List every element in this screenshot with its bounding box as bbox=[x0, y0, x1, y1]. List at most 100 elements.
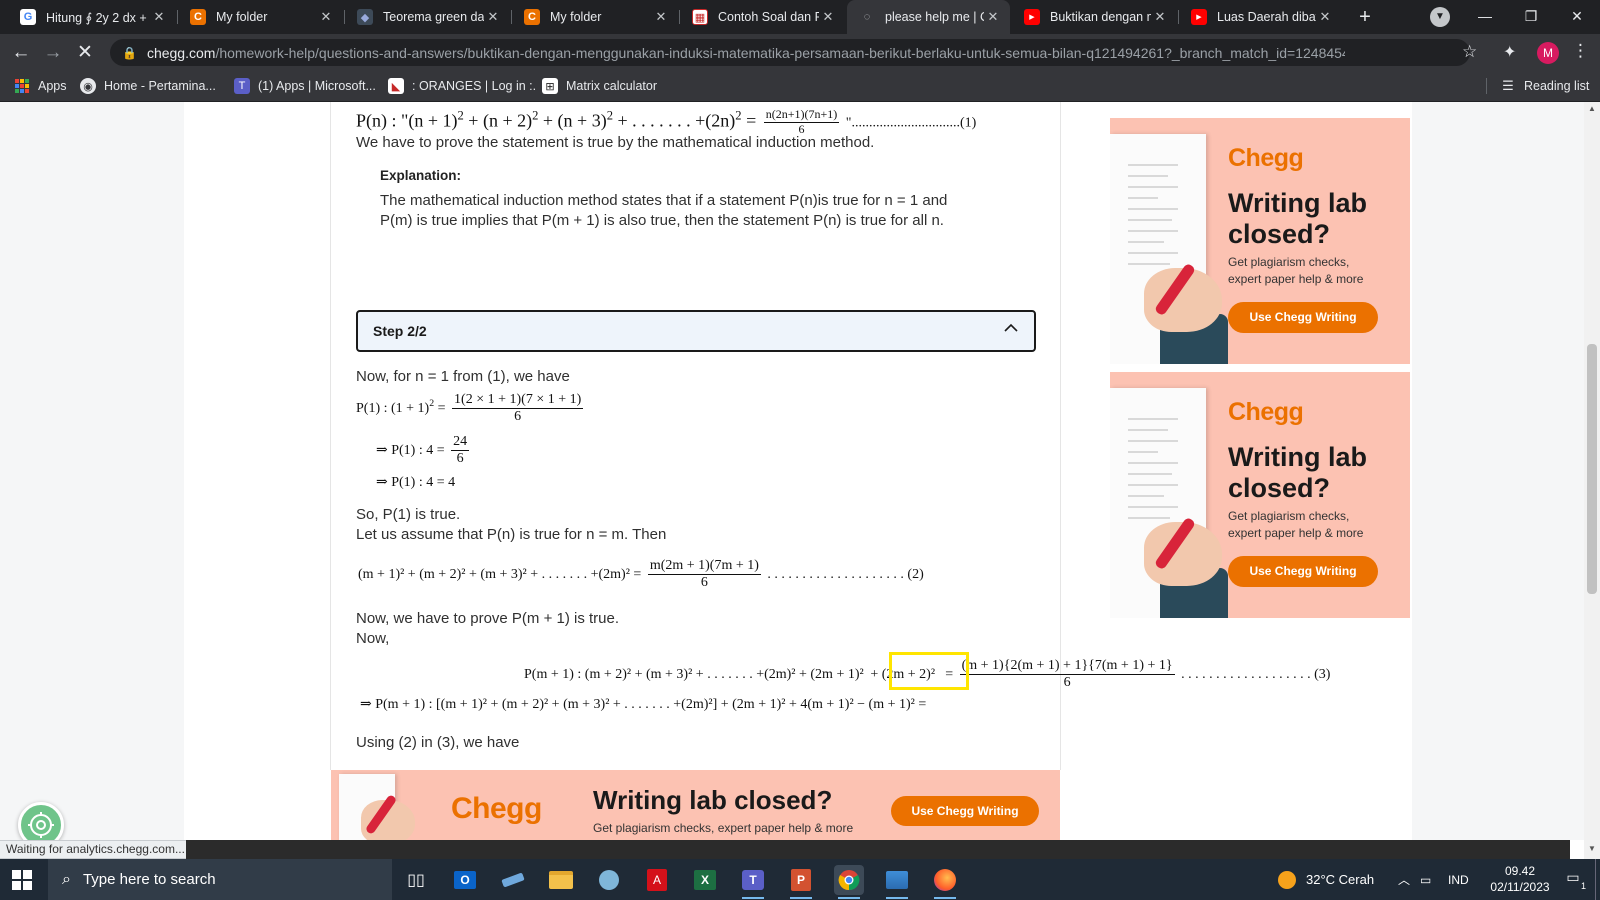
back-arrow-icon[interactable]: ← bbox=[8, 40, 34, 66]
close-window-icon[interactable]: ✕ bbox=[1554, 0, 1600, 34]
bookmark-microsoft-apps[interactable]: T (1) Apps | Microsoft... bbox=[234, 71, 376, 101]
bookmark-apps[interactable]: Apps bbox=[14, 71, 67, 101]
tab-my-folder-1[interactable]: C My folder ✕ bbox=[178, 0, 343, 34]
close-icon[interactable]: ✕ bbox=[150, 9, 168, 25]
stop-loading-icon[interactable]: ✕ bbox=[72, 40, 98, 66]
outlook-icon[interactable]: O bbox=[450, 865, 480, 895]
close-icon[interactable]: ✕ bbox=[652, 9, 670, 25]
close-icon[interactable]: ✕ bbox=[819, 9, 837, 25]
banner-subtext: Get plagiarism checks, expert paper help… bbox=[593, 821, 854, 835]
highlight-box bbox=[889, 652, 969, 690]
statement-equation-1: P(n) : "(n + 1)2 + (n + 2)2 + (n + 3)2 +… bbox=[356, 107, 977, 136]
use-chegg-writing-button[interactable]: Use Chegg Writing bbox=[1228, 302, 1378, 333]
close-icon[interactable]: ✕ bbox=[1316, 9, 1334, 25]
tab-hitung[interactable]: G Hitung ∮ 2y 2 dx + ✕ bbox=[8, 0, 176, 34]
youtube-icon: ▶ bbox=[1191, 9, 1207, 25]
banner-cta-button[interactable]: Use Chegg Writing bbox=[891, 796, 1039, 826]
battery-icon[interactable]: ▭ bbox=[1420, 859, 1431, 900]
equation-4: ⇒ P(m + 1) : [(m + 1)² + (m + 2)² + (m +… bbox=[360, 697, 927, 712]
photos-icon[interactable] bbox=[882, 865, 912, 899]
tray-chevron-icon[interactable]: ︿ bbox=[1398, 859, 1410, 900]
chevron-up-icon[interactable] bbox=[1004, 321, 1018, 335]
tab-contoh-soal[interactable]: ▦ Contoh Soal dan Pe ✕ bbox=[680, 0, 845, 34]
horizontal-scrollbar[interactable] bbox=[186, 840, 1570, 859]
ad-headline: Writing lab closed? bbox=[1228, 188, 1367, 250]
tab-strip: G Hitung ∮ 2y 2 dx + ✕ C My folder ✕ ◆ T… bbox=[0, 0, 1600, 34]
chegg-logo: Chegg bbox=[1228, 398, 1304, 426]
tab-luas-daerah[interactable]: ▶ Luas Daerah dibata ✕ bbox=[1179, 0, 1342, 34]
sun-icon bbox=[1278, 870, 1296, 889]
acrobat-icon[interactable]: A bbox=[642, 865, 672, 895]
close-icon[interactable]: ✕ bbox=[317, 9, 335, 25]
prove-next-text: Now, we have to prove P(m + 1) is true. bbox=[356, 610, 620, 627]
show-desktop-button[interactable] bbox=[1595, 859, 1596, 900]
use-chegg-writing-button[interactable]: Use Chegg Writing bbox=[1228, 556, 1378, 587]
step-2-header[interactable]: Step 2/2 bbox=[356, 310, 1036, 352]
close-icon[interactable]: ✕ bbox=[484, 9, 502, 25]
tab-buktikan[interactable]: ▶ Buktikan dengan m ✕ bbox=[1012, 0, 1177, 34]
equation-2: (m + 1)² + (m + 2)² + (m + 3)² + . . . .… bbox=[358, 558, 924, 591]
bookmark-divider bbox=[1486, 78, 1487, 94]
language-indicator[interactable]: IND bbox=[1448, 859, 1469, 900]
tab-teorema-green[interactable]: ◆ Teorema green dala ✕ bbox=[345, 0, 510, 34]
p1-equation: P(1) : (1 + 1)2 = 1(2 × 1 + 1)(7 × 1 + 1… bbox=[356, 392, 584, 425]
explanation-heading: Explanation: bbox=[380, 168, 462, 183]
notification-icon[interactable]: ▭ 1 bbox=[1562, 869, 1586, 891]
minimize-icon[interactable]: — bbox=[1462, 0, 1508, 34]
kebab-menu-icon[interactable]: ⋮ bbox=[1572, 41, 1589, 61]
taskbar-clock[interactable]: 09.42 02/11/2023 bbox=[1480, 863, 1560, 895]
puzzle-extensions-icon[interactable]: ✦ bbox=[1503, 42, 1516, 62]
teams-icon: T bbox=[234, 78, 250, 94]
scroll-up-arrow-icon[interactable]: ▲ bbox=[1588, 104, 1596, 113]
chegg-writing-ad-1[interactable]: Chegg Writing lab closed? Get plagiarism… bbox=[1110, 118, 1410, 364]
so-p1-true: So, P(1) is true. bbox=[356, 506, 461, 523]
url-domain: chegg.com bbox=[146, 44, 216, 61]
reading-list-button[interactable]: ☰ Reading list bbox=[1500, 71, 1589, 101]
chrome-icon[interactable] bbox=[834, 865, 864, 899]
now-n1-text: Now, for n = 1 from (1), we have bbox=[356, 368, 570, 385]
file-explorer-icon[interactable] bbox=[546, 865, 576, 895]
bookmark-star-icon[interactable]: ☆ bbox=[1462, 42, 1477, 62]
forward-arrow-icon[interactable]: → bbox=[40, 40, 66, 66]
bookmark-oranges[interactable]: ◣ : ORANGES | Log in :. bbox=[388, 71, 536, 101]
ad-subtext: Get plagiarism checks, expert paper help… bbox=[1228, 509, 1364, 541]
content-border-left bbox=[330, 102, 331, 770]
teams-icon[interactable]: T bbox=[738, 865, 768, 899]
sticky-notes-icon[interactable] bbox=[498, 865, 528, 895]
close-icon[interactable]: ✕ bbox=[984, 9, 1002, 25]
p1-step-3: ⇒ P(1) : 4 = 4 bbox=[376, 475, 456, 490]
oranges-icon: ◣ bbox=[388, 78, 404, 94]
status-bar: Waiting for analytics.chegg.com... bbox=[0, 840, 192, 859]
taskbar-search-box[interactable]: ⌕ Type here to search bbox=[48, 859, 392, 900]
control-panel-icon[interactable] bbox=[594, 865, 624, 895]
chegg-writing-ad-2[interactable]: Chegg Writing lab closed? Get plagiarism… bbox=[1110, 372, 1410, 618]
powerpoint-icon[interactable]: P bbox=[786, 865, 816, 899]
address-bar[interactable]: 🔒 chegg.com /homework-help/questions-and… bbox=[110, 39, 1470, 66]
explanation-line-1: The mathematical induction method states… bbox=[380, 192, 948, 209]
scrollbar-thumb[interactable] bbox=[1587, 344, 1597, 594]
windows-start-icon[interactable] bbox=[12, 870, 32, 890]
loading-icon: ◌ bbox=[863, 11, 871, 23]
vertical-scrollbar[interactable]: ▲ ▼ bbox=[1584, 102, 1600, 859]
close-icon[interactable]: ✕ bbox=[1151, 9, 1169, 25]
ad-headline: Writing lab closed? bbox=[1228, 442, 1367, 504]
apps-grid-icon bbox=[14, 78, 30, 94]
firefox-icon[interactable] bbox=[930, 865, 960, 899]
profile-avatar[interactable]: M bbox=[1537, 42, 1559, 64]
scroll-down-arrow-icon[interactable]: ▼ bbox=[1588, 844, 1596, 853]
weather-widget[interactable]: 32°C Cerah bbox=[1278, 859, 1374, 900]
ad-subtext: Get plagiarism checks, expert paper help… bbox=[1228, 255, 1364, 287]
reading-list-icon: ☰ bbox=[1502, 78, 1514, 93]
new-tab-button[interactable]: + bbox=[1354, 6, 1376, 28]
chegg-writing-banner-ad[interactable]: Chegg Writing lab closed? Get plagiarism… bbox=[331, 770, 1060, 840]
task-view-icon[interactable]: ▯▯ bbox=[401, 865, 431, 895]
explanation-line-2: P(m) is true implies that P(m + 1) is al… bbox=[380, 212, 944, 229]
now-text: Now, bbox=[356, 630, 390, 647]
restore-icon[interactable]: ❐ bbox=[1508, 0, 1554, 34]
excel-icon[interactable]: X bbox=[690, 865, 720, 895]
bookmark-pertamina[interactable]: ◉ Home - Pertamina... bbox=[80, 71, 216, 101]
tab-my-folder-2[interactable]: C My folder ✕ bbox=[512, 0, 678, 34]
tab-search-icon[interactable]: ▼ bbox=[1430, 7, 1450, 27]
bookmark-matrix-calculator[interactable]: ⊞ Matrix calculator bbox=[542, 71, 657, 101]
tab-please-help-me[interactable]: ◌ please help me | Ch ✕ bbox=[847, 0, 1010, 34]
